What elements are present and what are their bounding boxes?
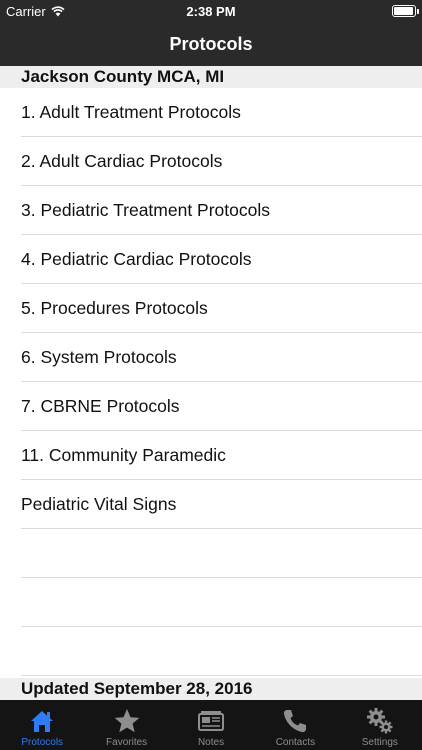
clock: 2:38 PM bbox=[186, 4, 236, 19]
empty-row bbox=[0, 627, 422, 676]
star-icon bbox=[114, 709, 139, 733]
list-item-adult-cardiac[interactable]: 2. Adult Cardiac Protocols bbox=[0, 137, 422, 186]
list-item-adult-treatment[interactable]: 1. Adult Treatment Protocols bbox=[0, 88, 422, 137]
empty-row bbox=[0, 529, 422, 578]
list-item-pediatric-vital-signs[interactable]: Pediatric Vital Signs bbox=[0, 480, 422, 529]
list-item-community-paramedic[interactable]: 11. Community Paramedic bbox=[0, 431, 422, 480]
tab-contacts[interactable]: Contacts bbox=[253, 700, 337, 750]
list-item-label: 7. CBRNE Protocols bbox=[21, 396, 180, 416]
tab-label: Settings bbox=[361, 737, 398, 748]
list-item-pediatric-treatment[interactable]: 3. Pediatric Treatment Protocols bbox=[0, 186, 422, 235]
section-header: Jackson County MCA, MI bbox=[0, 66, 422, 88]
tab-label: Notes bbox=[197, 737, 225, 748]
list-item-label: 2. Adult Cardiac Protocols bbox=[21, 151, 223, 171]
tab-favorites[interactable]: Favorites bbox=[84, 700, 168, 750]
list-item-label: 3. Pediatric Treatment Protocols bbox=[21, 200, 270, 220]
home-icon bbox=[31, 711, 54, 732]
page-title: Protocols bbox=[169, 33, 253, 54]
status-bar: Carrier 2:38 PM bbox=[0, 0, 422, 22]
list-item-cbrne[interactable]: 7. CBRNE Protocols bbox=[0, 382, 422, 431]
tab-bar: Protocols Favorites Notes Contacts Setti… bbox=[0, 700, 422, 750]
tab-label: Protocols bbox=[21, 737, 64, 748]
tab-protocols[interactable]: Protocols bbox=[0, 700, 84, 750]
tab-label: Contacts bbox=[275, 737, 316, 748]
section-footer: Updated September 28, 2016 bbox=[0, 678, 422, 700]
tab-settings[interactable]: Settings bbox=[338, 700, 422, 750]
notes-icon bbox=[198, 711, 225, 731]
tab-notes[interactable]: Notes bbox=[169, 700, 253, 750]
battery-icon bbox=[392, 5, 419, 17]
list-item-label: 4. Pediatric Cardiac Protocols bbox=[21, 249, 252, 269]
protocol-list: 1. Adult Treatment Protocols 2. Adult Ca… bbox=[0, 88, 422, 676]
empty-row bbox=[0, 578, 422, 627]
tab-label: Favorites bbox=[106, 737, 148, 748]
list-item-label: 6. System Protocols bbox=[21, 347, 177, 367]
phone-icon bbox=[284, 710, 307, 733]
list-item-label: Pediatric Vital Signs bbox=[21, 494, 177, 514]
list-item-label: 1. Adult Treatment Protocols bbox=[21, 102, 241, 122]
list-item-pediatric-cardiac[interactable]: 4. Pediatric Cardiac Protocols bbox=[0, 235, 422, 284]
list-item-procedures[interactable]: 5. Procedures Protocols bbox=[0, 284, 422, 333]
gear-icon bbox=[366, 708, 393, 734]
list-item-system[interactable]: 6. System Protocols bbox=[0, 333, 422, 382]
list-item-label: 11. Community Paramedic bbox=[21, 445, 226, 465]
list-item-label: 5. Procedures Protocols bbox=[21, 298, 208, 318]
navigation-bar: Protocols bbox=[0, 22, 422, 66]
